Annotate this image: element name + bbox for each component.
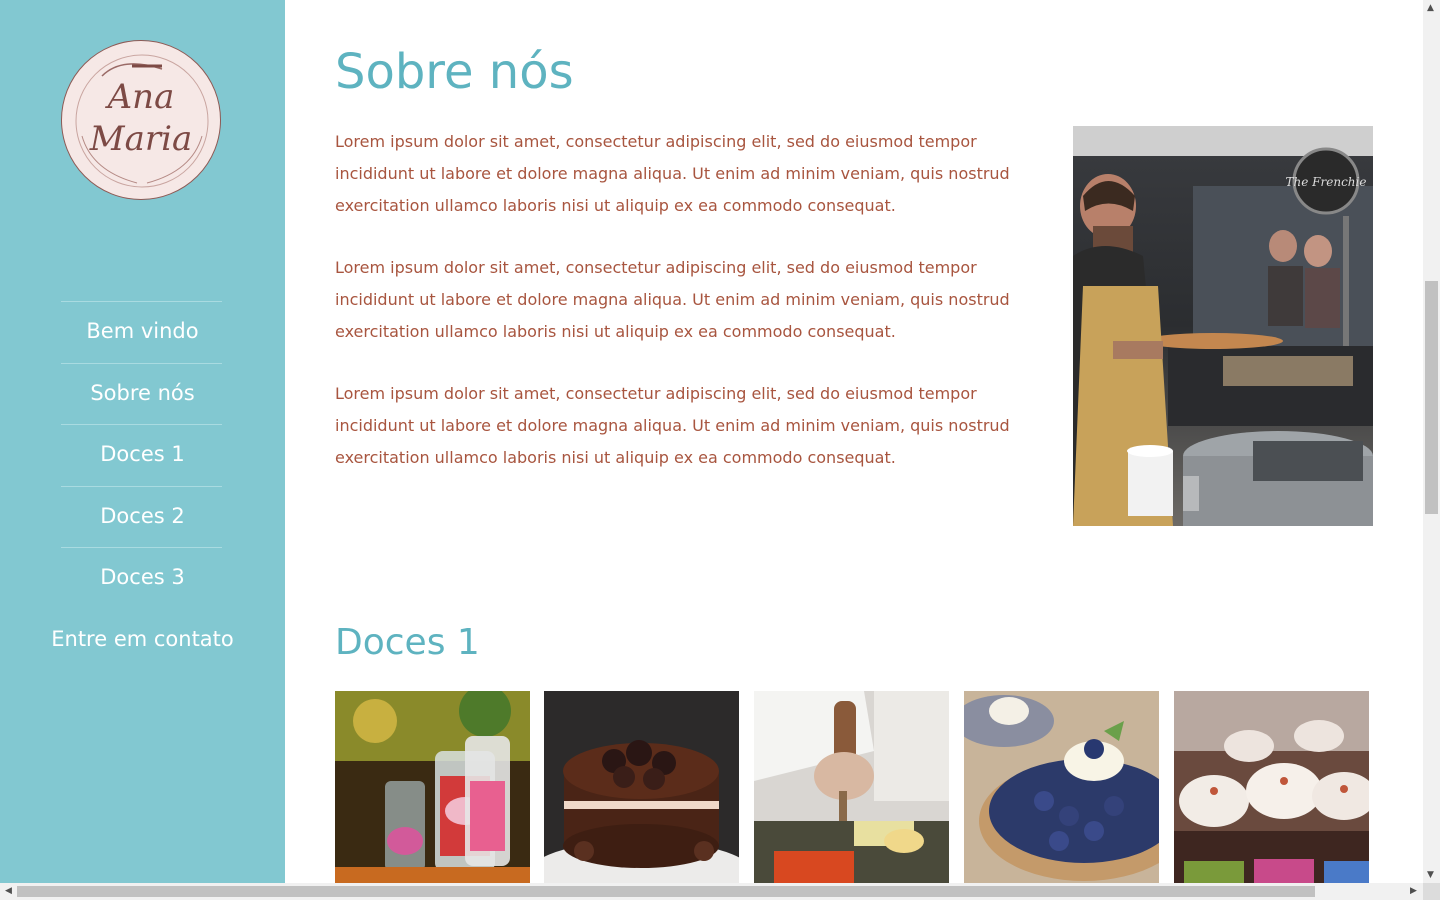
about-title: Sobre nós xyxy=(335,44,574,100)
about-paragraph: Lorem ipsum dolor sit amet, consectetur … xyxy=(335,258,1010,341)
gallery-photo-chocolate-cake[interactable] xyxy=(531,691,751,900)
gallery-photo-pastry-chef[interactable] xyxy=(754,691,949,883)
gallery-photo-cupcakes[interactable] xyxy=(1174,691,1376,883)
logo-line-1: Ana xyxy=(107,77,175,117)
scroll-left-arrow-icon[interactable]: ◀ xyxy=(5,887,12,896)
vertical-scrollbar-thumb[interactable] xyxy=(1425,281,1438,514)
gallery-title: Doces 1 xyxy=(335,622,480,663)
about-paragraph: Lorem ipsum dolor sit amet, consectetur … xyxy=(335,132,1010,215)
ana-maria-logo[interactable]: Ana Maria xyxy=(61,40,221,200)
candy-jars-image xyxy=(335,685,530,883)
nav-item-doces-2[interactable]: Doces 2 xyxy=(0,485,285,548)
scroll-right-arrow-icon[interactable]: ▶ xyxy=(1410,887,1417,896)
nav-item-sobre-nos[interactable]: Sobre nós xyxy=(0,362,285,425)
nav-item-doces-3[interactable]: Doces 3 xyxy=(0,547,285,609)
cupcakes-image xyxy=(1174,691,1376,883)
blueberry-tart-image xyxy=(954,691,1189,883)
gallery xyxy=(335,685,1376,900)
scroll-up-arrow-icon[interactable]: ▲ xyxy=(1427,4,1434,13)
sidebar-nav: Bem vindo Sobre nós Doces 1 Doces 2 Doce… xyxy=(0,301,285,671)
nav-item-bem-vindo[interactable]: Bem vindo xyxy=(0,301,285,363)
logo-line-2: Maria xyxy=(89,119,193,159)
about-photo: The Frenchie xyxy=(1073,126,1373,526)
chocolate-cake-image xyxy=(531,691,751,900)
gallery-photo-blueberry-tart[interactable] xyxy=(954,691,1189,883)
scrollbar-corner xyxy=(1423,883,1440,900)
pastry-chef-image xyxy=(754,691,949,883)
horizontal-scrollbar-thumb[interactable] xyxy=(17,886,1315,897)
about-text: Lorem ipsum dolor sit amet, consectetur … xyxy=(335,126,1035,504)
nav-item-entre-em-contato[interactable]: Entre em contato xyxy=(0,609,285,671)
food-stall-photo: The Frenchie xyxy=(1073,126,1373,526)
nav-item-doces-1[interactable]: Doces 1 xyxy=(0,424,285,486)
sidebar: Ana Maria Bem vindo Sobre nós Doces 1 Do… xyxy=(0,0,285,883)
scroll-down-arrow-icon[interactable]: ▼ xyxy=(1427,871,1434,880)
gallery-photo-candy-jars[interactable] xyxy=(335,685,530,883)
about-paragraph: Lorem ipsum dolor sit amet, consectetur … xyxy=(335,384,1010,467)
frenchie-sign: The Frenchie xyxy=(1286,175,1367,189)
